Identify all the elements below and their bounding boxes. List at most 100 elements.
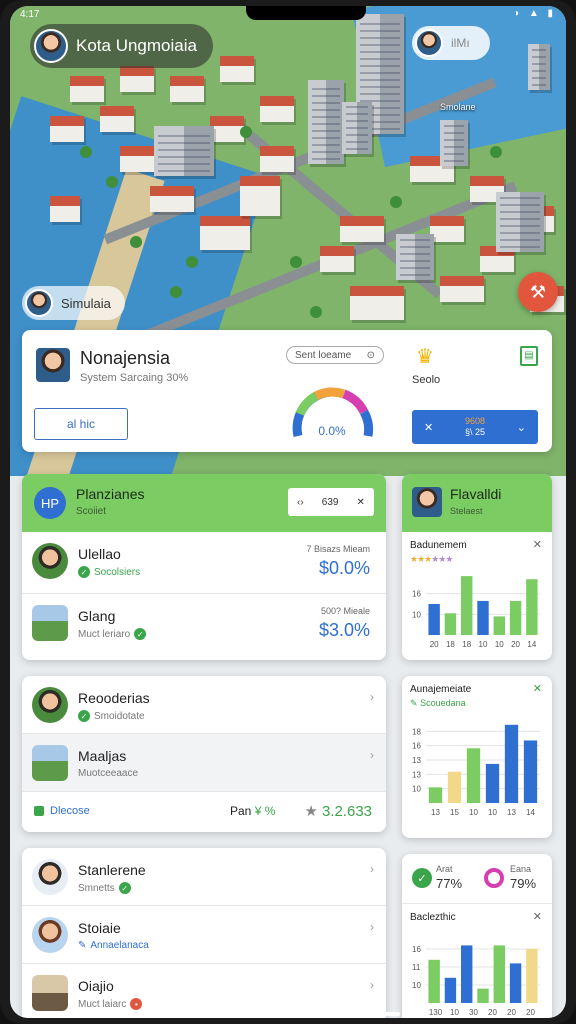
list-item[interactable]: Stoiaie ✎ Annaelanaca › xyxy=(22,906,386,964)
avatar xyxy=(32,543,68,579)
analytics-bar-chart: 18 16 13 13 10 13 15 10 10 13 14 xyxy=(412,724,540,817)
kpi2-label: Eana xyxy=(510,864,532,874)
chart-subtitle-text: Scouedana xyxy=(420,698,466,708)
hammer-icon: ⚒ xyxy=(529,281,547,302)
house xyxy=(220,56,254,82)
user-chip[interactable]: ilMı xyxy=(412,26,490,60)
chart-bar[interactable] xyxy=(444,977,457,1003)
chart-bar[interactable] xyxy=(428,959,440,1003)
user-avatar xyxy=(415,29,443,57)
pencil-icon: ✎ xyxy=(78,940,87,951)
kpi-row: ✓ Arat 77% Eana 79% xyxy=(402,854,552,904)
list-item-tag: ✓ Smoidotate xyxy=(78,710,145,722)
house xyxy=(260,96,294,122)
list-item-tag-text: Annaelanaca xyxy=(90,940,149,951)
list-item-tag: Muct leriaro ✓ xyxy=(78,628,147,640)
gauge-arc-blue-end xyxy=(359,409,374,437)
y-tick-label: 16 xyxy=(412,590,421,599)
x-tick-label: 10 xyxy=(450,1008,459,1017)
gauge-arc-green xyxy=(295,392,319,416)
close-icon: ✕ xyxy=(356,496,365,508)
skyscraper xyxy=(440,120,468,166)
x-tick-label: 18 xyxy=(446,640,455,649)
simulation-chip[interactable]: Simulaia xyxy=(22,286,125,320)
list-item-tag-text: Socolsiers xyxy=(94,566,141,578)
profile-avatar[interactable] xyxy=(34,346,72,384)
chart-bar[interactable] xyxy=(504,724,519,803)
status-time: 4:17 xyxy=(20,9,40,20)
chart-bar[interactable] xyxy=(523,740,538,803)
avatar xyxy=(32,917,68,953)
filter-value: 639 xyxy=(321,496,339,508)
close-icon[interactable]: ✕ xyxy=(533,538,542,551)
footer-mid-label: Pan xyxy=(230,804,252,818)
x-tick-label: 20 xyxy=(507,1008,516,1017)
list-item[interactable]: Oiajio Muct laiarc • › xyxy=(22,964,386,1018)
planning-header: HP Planzianes Scoiiet ‹› 639 ✕ xyxy=(22,474,386,532)
planning-filter[interactable]: ‹› 639 ✕ xyxy=(288,488,374,516)
mode-select-label: 9608 §\ 25 xyxy=(465,416,485,438)
y-tick-label: 13 xyxy=(412,770,421,779)
swap-icon: ‹› xyxy=(297,496,304,508)
metrics-bar-chart: 16 11 10 130 10 30 20 20 20 xyxy=(412,945,540,1017)
close-icon[interactable]: ✕ xyxy=(533,682,542,695)
kpi1-label: Arat xyxy=(436,864,453,874)
close-icon[interactable]: ✕ xyxy=(533,910,542,923)
tree xyxy=(490,146,502,158)
list-item[interactable]: Reooderias ✓ Smoidotate › xyxy=(22,676,386,734)
chevron-circle-icon: ⊙ xyxy=(366,349,375,361)
stars-violet: ★★★ xyxy=(431,554,453,564)
simulation-avatar xyxy=(25,289,53,317)
planning-subtitle: Scoiiet xyxy=(76,506,107,517)
home-indicator[interactable] xyxy=(196,1012,400,1016)
close-icon: ✕ xyxy=(424,421,434,434)
tree xyxy=(130,236,142,248)
footer-link[interactable]: Dlecose xyxy=(34,805,90,817)
dashboard-sheet: Nonajensia System Sarcaing 30% al hic Se… xyxy=(10,326,566,1018)
document-icon[interactable]: ▤ xyxy=(520,346,538,366)
list-item[interactable]: Ulellao ✓ Socolsiers 7 Bisazs Mieam $0.0% xyxy=(22,532,386,594)
resources-card: Reooderias ✓ Smoidotate › Maaljas Muotcee… xyxy=(22,676,386,832)
chart-bar[interactable] xyxy=(428,604,440,635)
skyscraper xyxy=(528,44,550,90)
chart-bar[interactable] xyxy=(461,576,473,635)
list-item-name: Reooderias xyxy=(78,690,150,706)
chart-bar[interactable] xyxy=(509,963,522,1003)
simulation-label: Simulaia xyxy=(61,295,111,311)
mode-select-button[interactable]: ✕ 9608 §\ 25 ⌄ xyxy=(412,410,538,444)
chart-bar[interactable] xyxy=(477,600,489,635)
chart-bar[interactable] xyxy=(526,949,538,1003)
chart-bar[interactable] xyxy=(493,616,505,635)
chart-bar[interactable] xyxy=(447,771,462,803)
staff-card: Stanlerene Smnetts ✓ › Stoiaie ✎ Annaelana… xyxy=(22,848,386,1018)
chart-bar[interactable] xyxy=(493,945,505,1003)
chart-bar[interactable] xyxy=(526,579,538,635)
chart-bar[interactable] xyxy=(485,763,500,803)
profile-status: System Sarcaing 30% xyxy=(80,372,189,384)
chart-bar[interactable] xyxy=(444,613,457,635)
scene-dropdown[interactable]: Sent loeame ⊙ xyxy=(286,346,384,364)
x-tick-label: 14 xyxy=(527,640,536,649)
list-item[interactable]: Maaljas Muotceeaace › xyxy=(22,734,386,792)
chart-subtitle: ✎ Scouedana xyxy=(410,698,544,709)
list-item[interactable]: Glang Muct leriaro ✓ 500? Mieale $3.0% xyxy=(22,594,386,656)
house xyxy=(350,286,404,320)
rating-stars: ★★★★★★ xyxy=(410,554,544,565)
build-tool-button[interactable]: ⚒ xyxy=(518,272,558,312)
city-title-bar[interactable]: Kota Ungmoiaia xyxy=(30,24,213,68)
chevron-right-icon: › xyxy=(370,920,374,934)
chart-bar[interactable] xyxy=(428,787,443,803)
chart-bar[interactable] xyxy=(509,600,522,635)
all-button[interactable]: al hic xyxy=(34,408,128,440)
y-tick-label: 10 xyxy=(412,785,421,794)
chart-bar[interactable] xyxy=(461,945,473,1003)
list-item-name: Stoiaie xyxy=(78,920,121,936)
player-avatar[interactable] xyxy=(34,29,68,63)
crown-icon: ♛ xyxy=(416,346,434,368)
x-tick-label: 14 xyxy=(526,808,535,817)
list-item[interactable]: Stanlerene Smnetts ✓ › xyxy=(22,848,386,906)
chart-bar[interactable] xyxy=(466,748,481,803)
y-tick-label: 10 xyxy=(412,981,421,990)
chart-bar[interactable] xyxy=(477,988,489,1003)
house xyxy=(340,216,384,242)
